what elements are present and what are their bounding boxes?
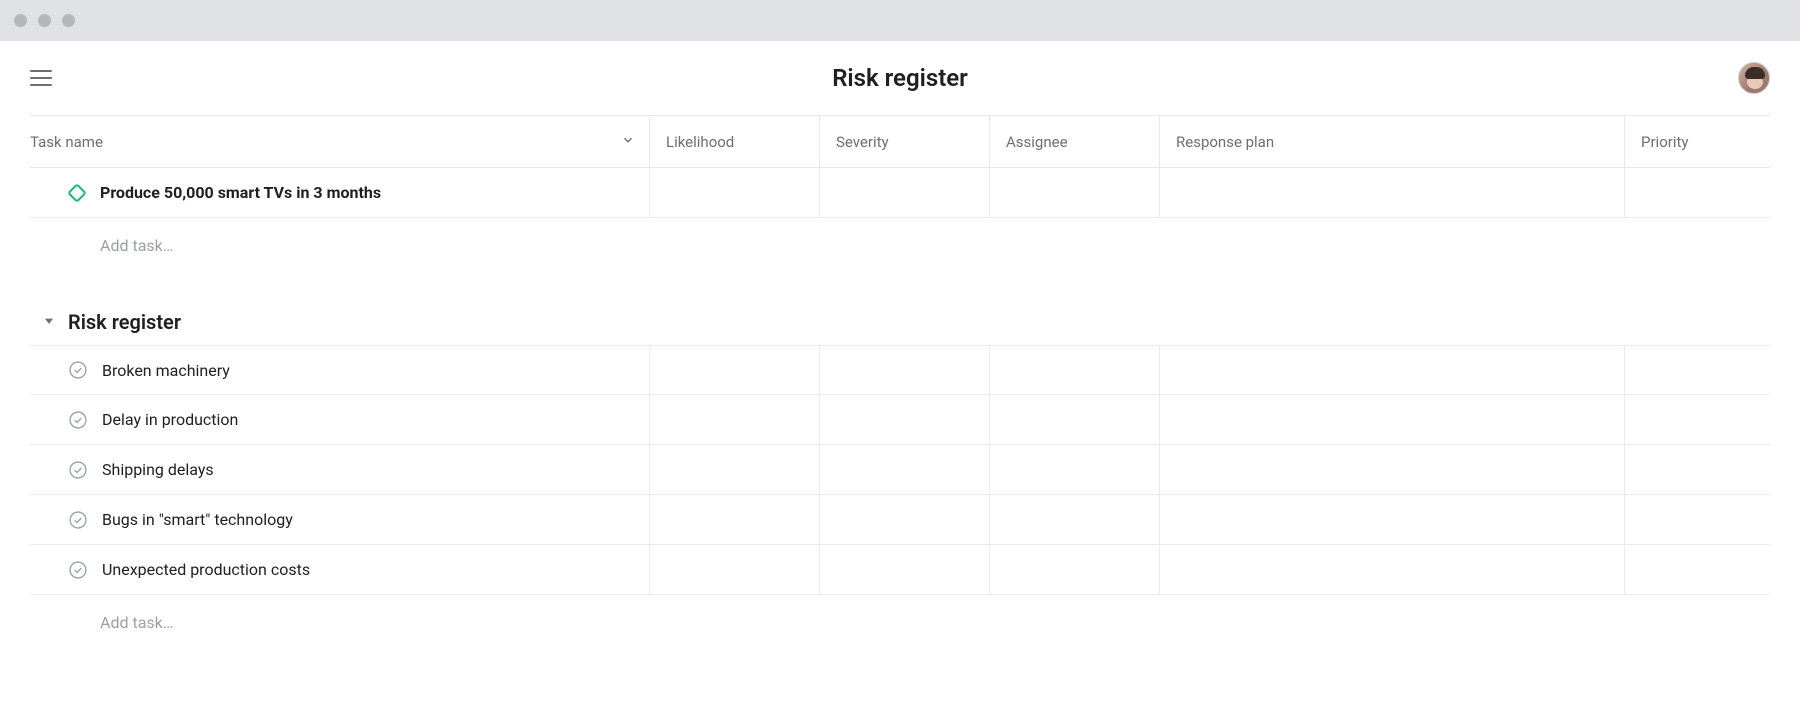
- column-label: Likelihood: [666, 133, 734, 151]
- task-table: Task name Likelihood Severity Assignee R…: [0, 115, 1800, 650]
- column-label: Assignee: [1006, 133, 1068, 151]
- column-header-task-name[interactable]: Task name: [30, 116, 650, 167]
- check-circle-icon[interactable]: [68, 360, 88, 380]
- cell-likelihood[interactable]: [650, 495, 820, 544]
- check-circle-icon[interactable]: [68, 510, 88, 530]
- cell-priority[interactable]: [1625, 346, 1770, 394]
- milestone-icon: [68, 184, 86, 202]
- cell-response-plan[interactable]: [1160, 445, 1625, 494]
- cell-response-plan[interactable]: [1160, 545, 1625, 594]
- cell-response-plan[interactable]: [1160, 168, 1625, 217]
- cell-severity[interactable]: [820, 545, 990, 594]
- column-header-likelihood[interactable]: Likelihood: [650, 116, 820, 167]
- column-header-severity[interactable]: Severity: [820, 116, 990, 167]
- menu-toggle-button[interactable]: [30, 67, 52, 89]
- cell-assignee[interactable]: [990, 495, 1160, 544]
- column-label: Severity: [836, 133, 889, 151]
- task-name: Broken machinery: [102, 361, 230, 380]
- cell-priority[interactable]: [1625, 168, 1770, 217]
- cell-priority[interactable]: [1625, 445, 1770, 494]
- task-name: Bugs in "smart" technology: [102, 510, 293, 529]
- cell-severity[interactable]: [820, 168, 990, 217]
- cell-severity[interactable]: [820, 395, 990, 444]
- check-circle-icon[interactable]: [68, 410, 88, 430]
- add-task-label: Add task…: [30, 218, 650, 273]
- table-row[interactable]: Shipping delays: [30, 445, 1770, 495]
- task-name: Delay in production: [102, 410, 238, 429]
- window-titlebar: [0, 0, 1800, 41]
- cell-likelihood[interactable]: [650, 168, 820, 217]
- header: Risk register: [0, 41, 1800, 115]
- window-zoom-button[interactable]: [62, 14, 75, 27]
- cell-priority[interactable]: [1625, 495, 1770, 544]
- cell-likelihood[interactable]: [650, 395, 820, 444]
- cell-severity[interactable]: [820, 445, 990, 494]
- check-circle-icon[interactable]: [68, 460, 88, 480]
- page-title: Risk register: [832, 64, 968, 92]
- task-name: Produce 50,000 smart TVs in 3 months: [100, 183, 381, 202]
- cell-likelihood[interactable]: [650, 445, 820, 494]
- column-header-row: Task name Likelihood Severity Assignee R…: [30, 115, 1770, 168]
- cell-priority[interactable]: [1625, 545, 1770, 594]
- window-minimize-button[interactable]: [38, 14, 51, 27]
- cell-assignee[interactable]: [990, 545, 1160, 594]
- table-row[interactable]: Bugs in "smart" technology: [30, 495, 1770, 545]
- add-task-row[interactable]: Add task…: [30, 218, 1770, 273]
- column-header-response-plan[interactable]: Response plan: [1160, 116, 1625, 167]
- add-task-label: Add task…: [30, 595, 650, 650]
- cell-assignee[interactable]: [990, 445, 1160, 494]
- column-header-assignee[interactable]: Assignee: [990, 116, 1160, 167]
- cell-response-plan[interactable]: [1160, 395, 1625, 444]
- user-avatar[interactable]: [1738, 62, 1770, 94]
- column-label: Task name: [30, 133, 103, 151]
- task-name: Shipping delays: [102, 460, 214, 479]
- table-row[interactable]: Broken machinery: [30, 345, 1770, 395]
- cell-severity[interactable]: [820, 495, 990, 544]
- cell-response-plan[interactable]: [1160, 346, 1625, 394]
- caret-down-icon[interactable]: [42, 313, 56, 332]
- section-title: Risk register: [68, 310, 181, 334]
- cell-assignee[interactable]: [990, 395, 1160, 444]
- cell-priority[interactable]: [1625, 395, 1770, 444]
- cell-likelihood[interactable]: [650, 346, 820, 394]
- add-task-row[interactable]: Add task…: [30, 595, 1770, 650]
- cell-severity[interactable]: [820, 346, 990, 394]
- cell-likelihood[interactable]: [650, 545, 820, 594]
- table-row-milestone[interactable]: Produce 50,000 smart TVs in 3 months: [30, 168, 1770, 218]
- cell-assignee[interactable]: [990, 346, 1160, 394]
- column-header-priority[interactable]: Priority: [1625, 116, 1770, 167]
- cell-response-plan[interactable]: [1160, 495, 1625, 544]
- section-header[interactable]: Risk register: [30, 299, 1770, 345]
- cell-assignee[interactable]: [990, 168, 1160, 217]
- window-close-button[interactable]: [14, 14, 27, 27]
- table-row[interactable]: Unexpected production costs: [30, 545, 1770, 595]
- column-label: Priority: [1641, 133, 1688, 151]
- chevron-down-icon[interactable]: [621, 133, 635, 151]
- table-row[interactable]: Delay in production: [30, 395, 1770, 445]
- task-name: Unexpected production costs: [102, 560, 310, 579]
- column-label: Response plan: [1176, 133, 1274, 151]
- check-circle-icon[interactable]: [68, 560, 88, 580]
